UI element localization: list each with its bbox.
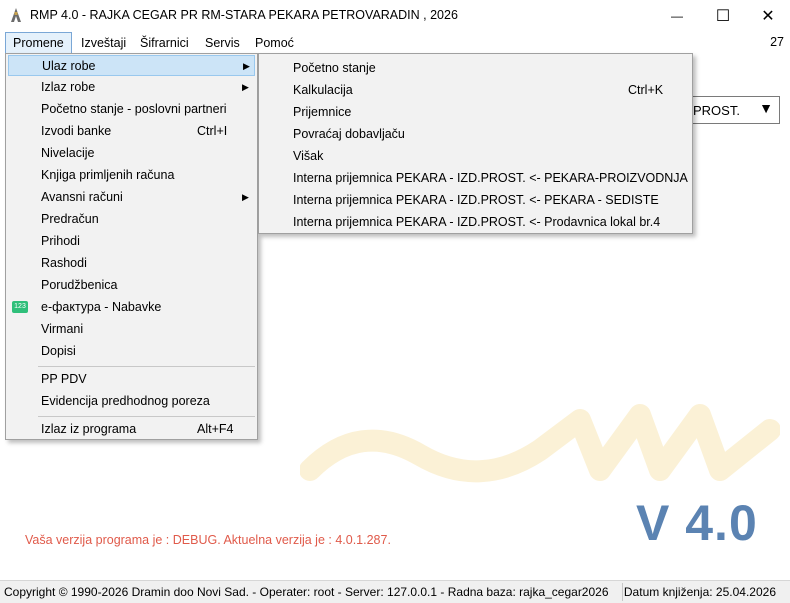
submenu-item-povracaj-dobavljacu[interactable]: Povraćaj dobavljaču — [261, 123, 690, 145]
title-bar: RMP 4.0 - RAJKA CEGAR PR RM-STARA PEKARA… — [0, 0, 790, 32]
dropdown-item-label: PP PDV — [41, 372, 87, 386]
minimize-icon: — — [671, 9, 683, 23]
dropdown-item-izlaz-robe[interactable]: Izlaz robe ▶ — [8, 77, 255, 98]
submenu-item-label: Interna prijemnica PEKARA - IZD.PROST. <… — [293, 215, 661, 229]
dropdown-item-label: Predračun — [41, 212, 99, 226]
dropdown-item-shortcut: Alt+F4 — [197, 422, 234, 436]
submenu-item-label: Povraćaj dobavljaču — [293, 127, 405, 141]
dropdown-item-label: Evidencija predhodnog poreza — [41, 394, 210, 408]
dropdown-item-ulaz-robe[interactable]: Ulaz robe ▶ — [8, 55, 255, 76]
dropdown-item-label: Izvodi banke — [41, 124, 112, 138]
dropdown-item-label: Izlaz iz programa — [41, 422, 137, 436]
submenu-item-label: Interna prijemnica PEKARA - IZD.PROST. <… — [293, 171, 688, 185]
menu-bar: Promene Izveštaji Šifrarnici Servis Pomo… — [0, 32, 790, 54]
dropdown-item-label: Avansni računi — [41, 190, 123, 204]
menu-right-number: 27 — [770, 35, 784, 49]
dropdown-item-dopisi[interactable]: Dopisi — [8, 341, 255, 362]
dropdown-item-label: Ulaz robe — [42, 59, 96, 73]
submenu-item-shortcut: Ctrl+K — [628, 83, 664, 97]
dropdown-item-rashodi[interactable]: Rashodi — [8, 253, 255, 274]
submenu-item-interna-prijemnica-proizvodnja[interactable]: Interna prijemnica PEKARA - IZD.PROST. <… — [261, 167, 690, 189]
submenu-item-label: Interna prijemnica PEKARA - IZD.PROST. <… — [293, 193, 659, 207]
submenu-arrow-icon: ▶ — [242, 192, 249, 202]
dropdown-item-label: Dopisi — [41, 344, 76, 358]
dropdown-item-avansni-racuni[interactable]: Avansni računi ▶ — [8, 187, 255, 208]
submenu-item-pocetno-stanje[interactable]: Početno stanje — [261, 57, 690, 79]
dropdown-item-label: е-фактура - Nabavke — [41, 300, 162, 314]
dropdown-arrow-icon: ▼ — [759, 100, 773, 116]
dropdown-item-izlaz-iz-programa[interactable]: Izlaz iz programa Alt+F4 — [8, 419, 255, 440]
maximize-icon: ☐ — [715, 8, 731, 25]
dropdown-item-label: Knjiga primljenih računa — [41, 168, 175, 182]
dropdown-item-efaktura-nabavke[interactable]: 123 е-фактура - Nabavke — [8, 297, 255, 318]
status-bar: Copyright © 1990-2026 Dramin doo Novi Sa… — [0, 580, 790, 603]
dropdown-item-label: Porudžbenica — [41, 278, 118, 292]
status-posting-date: Datum knjiženja: 25.04.2026 — [623, 585, 776, 599]
dropdown-item-label: Početno stanje - poslovni partneri — [41, 102, 227, 116]
submenu-item-visak[interactable]: Višak — [261, 145, 690, 167]
watermark-logo — [300, 404, 780, 483]
dropdown-item-evidencija-poreza[interactable]: Evidencija predhodnog poreza — [8, 391, 255, 412]
dropdown-item-nivelacije[interactable]: Nivelacije — [8, 143, 255, 164]
dropdown-item-pp-pdv[interactable]: PP PDV — [8, 369, 255, 390]
dropdown-item-porudzbenica[interactable]: Porudžbenica — [8, 275, 255, 296]
menu-sifrarnici[interactable]: Šifrarnici — [133, 33, 196, 53]
dropdown-item-label: Izlaz robe — [41, 80, 96, 94]
close-icon: ✕ — [761, 8, 775, 25]
submenu-item-label: Prijemnice — [293, 105, 352, 119]
dropdown-item-prihodi[interactable]: Prihodi — [8, 231, 255, 252]
dropdown-separator — [38, 366, 255, 367]
location-select[interactable]: PROST. ▼ — [684, 96, 780, 124]
submenu-item-label: Kalkulacija — [293, 83, 353, 97]
menu-servis[interactable]: Servis — [198, 33, 247, 53]
submenu-arrow-icon: ▶ — [243, 61, 250, 71]
version-label: V 4.0 — [636, 495, 758, 551]
version-info-text: Vaša verzija programa je : DEBUG. Aktuel… — [25, 533, 391, 547]
dropdown-item-label: Rashodi — [41, 256, 87, 270]
menu-pomoc[interactable]: Pomoć — [248, 33, 301, 53]
close-button[interactable]: ✕ — [745, 0, 790, 32]
app-logo-icon — [11, 8, 21, 22]
submenu-item-label: Početno stanje — [293, 61, 376, 75]
submenu-item-prijemnice[interactable]: Prijemnice — [261, 101, 690, 123]
submenu-item-interna-prijemnica-sediste[interactable]: Interna prijemnica PEKARA - IZD.PROST. <… — [261, 189, 690, 211]
maximize-button[interactable]: ☐ — [700, 0, 746, 32]
dropdown-item-pocetno-stanje-partneri[interactable]: Početno stanje - poslovni partneri — [8, 99, 255, 120]
ulaz-robe-submenu: Početno stanje Kalkulacija Ctrl+K Prijem… — [258, 53, 693, 234]
efaktura-icon: 123 — [12, 301, 28, 313]
promene-dropdown: Ulaz robe ▶ Izlaz robe ▶ Početno stanje … — [5, 53, 258, 440]
dropdown-item-predracun[interactable]: Predračun — [8, 209, 255, 230]
dropdown-item-virmani[interactable]: Virmani — [8, 319, 255, 340]
menu-izvestaji[interactable]: Izveštaji — [74, 33, 133, 53]
submenu-item-interna-prijemnica-lokal[interactable]: Interna prijemnica PEKARA - IZD.PROST. <… — [261, 211, 690, 233]
dropdown-item-label: Prihodi — [41, 234, 80, 248]
status-copyright: Copyright © 1990-2026 Dramin doo Novi Sa… — [4, 585, 609, 599]
status-separator — [622, 583, 623, 601]
dropdown-item-knjiga-primljenih-racuna[interactable]: Knjiga primljenih računa — [8, 165, 255, 186]
dropdown-item-label: Nivelacije — [41, 146, 95, 160]
dropdown-item-shortcut: Ctrl+I — [197, 124, 228, 138]
dropdown-item-izvodi-banke[interactable]: Izvodi banke Ctrl+I — [8, 121, 255, 142]
submenu-item-label: Višak — [293, 149, 324, 163]
dropdown-separator — [38, 416, 255, 417]
submenu-item-kalkulacija[interactable]: Kalkulacija Ctrl+K — [261, 79, 690, 101]
minimize-button[interactable]: — — [654, 0, 700, 32]
window-title: RMP 4.0 - RAJKA CEGAR PR RM-STARA PEKARA… — [30, 8, 458, 22]
dropdown-item-label: Virmani — [41, 322, 84, 336]
submenu-arrow-icon: ▶ — [242, 82, 249, 92]
location-select-value: PROST. — [693, 103, 740, 118]
menu-promene[interactable]: Promene — [5, 32, 72, 54]
